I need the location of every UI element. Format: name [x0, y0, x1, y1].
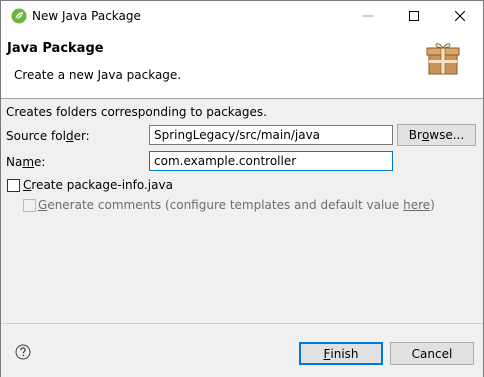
wizard-subtitle: Create a new Java package.: [14, 68, 182, 82]
window-title: New Java Package: [32, 9, 141, 23]
minimize-button[interactable]: [345, 1, 391, 31]
cancel-button[interactable]: Cancel: [390, 342, 474, 365]
generate-comments-label: Generate comments (configure templates a…: [38, 198, 435, 212]
source-folder-label: Source folder:: [6, 129, 90, 143]
maximize-button[interactable]: [391, 1, 437, 31]
browse-button[interactable]: Br o wse...: [397, 124, 476, 146]
create-package-info-checkbox[interactable]: [7, 179, 20, 192]
source-folder-input[interactable]: SpringLegacy/src/main/java: [149, 125, 393, 145]
wizard-title: Java Package: [7, 41, 104, 56]
button-bar: Finish Cancel: [1, 323, 483, 377]
dialog-window: New Java Package Java Package Create a n…: [0, 0, 484, 377]
package-name-input[interactable]: com.example.controller: [149, 151, 393, 171]
close-button[interactable]: [437, 1, 483, 31]
wizard-content: Creates folders corresponding to package…: [1, 99, 483, 323]
title-bar[interactable]: New Java Package: [1, 1, 483, 31]
generate-comments-checkbox[interactable]: [23, 199, 36, 212]
spring-leaf-icon: [11, 8, 27, 24]
create-package-info-label[interactable]: Create package-info.java: [23, 178, 173, 192]
name-label: Name:: [6, 155, 46, 169]
finish-button[interactable]: Finish: [299, 342, 383, 365]
templates-here-link[interactable]: here: [403, 198, 430, 212]
close-icon: [455, 11, 465, 21]
page-description: Creates folders corresponding to package…: [6, 105, 267, 119]
package-gift-icon: [426, 43, 460, 75]
maximize-icon: [409, 11, 419, 21]
help-icon[interactable]: [15, 344, 31, 360]
wizard-header: Java Package Create a new Java package.: [1, 31, 483, 99]
minimize-icon: [363, 15, 373, 17]
